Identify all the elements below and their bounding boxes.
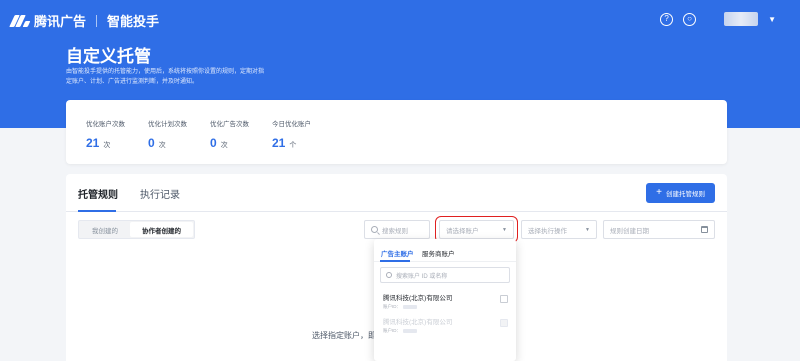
creator-filter-segment: 我创建的 协作者创建的 [78,220,195,239]
tab-hosting-rules[interactable]: 托管规则 [78,186,118,201]
account-type-tabs: 广告主账户 服务商账户 [374,239,516,262]
rule-search-input[interactable]: 搜索规则 [364,220,430,239]
stat-unit: 个 [289,142,297,149]
search-icon [386,272,392,278]
account-search-placeholder: 搜索账户 ID 或名称 [396,273,448,280]
account-checkbox[interactable] [500,295,508,303]
brand-divider [96,14,98,27]
action-select[interactable]: 选择执行操作 ▼ [521,220,597,239]
stat-unit: 次 [158,142,166,149]
create-rule-button[interactable]: + 创建托管规则 [646,183,715,203]
empty-state-text: 选择指定账户，即 [312,331,376,340]
account-search-input[interactable]: 搜索账户 ID 或名称 [380,267,510,283]
account-id-label: 账户ID： [383,304,401,309]
notification-icon[interactable]: ○ [683,12,697,26]
date-picker-placeholder: 规则创建日期 [610,227,649,235]
top-navigation-bar: 腾讯广告 智能投手 ? ○ ▼ [0,0,800,38]
user-avatar[interactable] [724,12,759,26]
stats-summary-card: 优化账户次数 21 次 优化计划次数 0次 优化广告次数 0次 今日优化账户 21… [66,100,727,164]
masked-account-id [403,305,417,309]
action-select-placeholder: 选择执行操作 [528,227,567,235]
create-rule-label: 创建托管规则 [666,191,705,198]
tab-advertiser-account[interactable]: 广告主账户 [381,248,414,258]
segment-created-by-me[interactable]: 我创建的 [80,222,130,237]
account-name: 腾讯科技(北京)有限公司 [383,295,453,302]
stat-value: 21 [272,136,286,150]
account-id-label: 账户ID： [383,328,401,333]
calendar-icon [701,226,708,233]
chevron-down-icon[interactable]: ▼ [768,15,776,24]
page-description: 由智能投手提供的托管能力，使用后，系统将按照你设置的规则，定期对指定账户、计划、… [66,69,265,85]
stat-label: 今日优化账户 [272,121,311,128]
stat-label: 优化计划次数 [148,121,187,128]
tab-bar: 托管规则 执行记录 + 创建托管规则 [66,174,727,212]
search-icon [371,226,378,233]
chevron-down-icon: ▼ [502,226,507,233]
masked-account-id [403,329,417,333]
stat-optimized-ads: 优化广告次数 0次 [210,118,249,152]
product-name: 智能投手 [107,14,160,29]
stat-label: 优化广告次数 [210,121,249,128]
tab-agency-account[interactable]: 服务商账户 [422,248,455,258]
account-dropdown-panel: 广告主账户 服务商账户 搜索账户 ID 或名称 腾讯科技(北京)有限公司 账户I… [374,239,516,361]
tencent-ads-logo-icon [9,14,31,27]
active-tab-indicator [380,260,410,262]
brand-logo[interactable]: 腾讯广告 智能投手 [9,11,160,30]
brand-name: 腾讯广告 [34,14,87,29]
tab-execution-log[interactable]: 执行记录 [140,186,180,201]
plus-icon: + [656,187,662,198]
stat-unit: 次 [220,142,228,149]
account-option: 腾讯科技(北京)有限公司 账户ID： [374,313,516,335]
stat-label: 优化账户次数 [86,121,125,128]
date-picker[interactable]: 规则创建日期 [603,220,715,239]
stat-value: 21 [86,136,100,150]
account-checkbox [500,319,508,327]
stat-optimized-campaigns: 优化计划次数 0次 [148,118,187,152]
account-option[interactable]: 腾讯科技(北京)有限公司 账户ID： [374,289,516,311]
account-select[interactable]: 请选择账户 ▼ [435,216,518,243]
help-circle-icon[interactable]: ? [660,12,674,26]
rule-search-placeholder: 搜索规则 [382,227,408,235]
active-tab-indicator [78,210,116,212]
chevron-down-icon: ▼ [585,226,590,233]
account-select-placeholder: 请选择账户 [446,227,479,235]
stat-value: 0 [210,136,217,150]
stat-value: 0 [148,136,155,150]
stat-today-accounts: 今日优化账户 21 个 [272,118,311,152]
account-name: 腾讯科技(北京)有限公司 [383,319,453,326]
page-title: 自定义托管 [66,47,151,66]
segment-created-by-collaborators[interactable]: 协作者创建的 [130,222,193,237]
stat-optimized-accounts: 优化账户次数 21 次 [86,118,125,152]
top-actions: ? ○ ▼ [660,12,776,26]
stat-unit: 次 [103,142,111,149]
